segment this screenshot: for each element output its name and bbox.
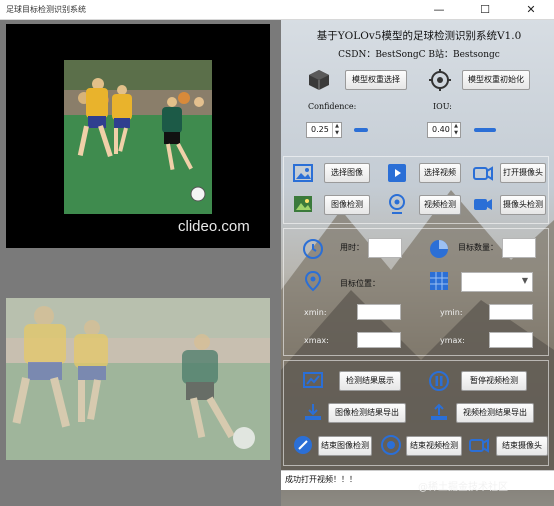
- spin-arrows-icon[interactable]: ▲ ▼: [332, 123, 341, 137]
- clock-icon: [303, 239, 323, 259]
- xmax-field: [357, 332, 401, 348]
- image-icon: [293, 164, 313, 182]
- iou-spinbox[interactable]: 0.40 ▲ ▼: [427, 122, 461, 138]
- confidence-spinbox[interactable]: 0.25 ▲ ▼: [306, 122, 342, 138]
- webcam-icon: [389, 194, 405, 214]
- confidence-label: Confidence:: [308, 102, 357, 111]
- status-text: 成功打开视频！！！: [285, 475, 357, 484]
- end-video-button[interactable]: 结束视频检测: [406, 436, 462, 456]
- stop-image-icon: [294, 436, 312, 454]
- stop-camera-icon: [469, 438, 489, 453]
- image-detect-icon: [294, 196, 312, 212]
- pie-chart-icon: [430, 240, 448, 258]
- target-icon: [429, 69, 451, 91]
- ymax-label: ymax:: [440, 336, 465, 345]
- video-watermark: clideo.com: [178, 218, 250, 235]
- iou-value: 0.40: [432, 125, 450, 134]
- ymin-field: [489, 304, 533, 320]
- open-camera-button[interactable]: 打开摄像头: [500, 163, 546, 183]
- end-image-button[interactable]: 结束图像检测: [318, 436, 372, 456]
- count-field: [502, 238, 536, 258]
- position-label: 目标位置：: [340, 279, 380, 288]
- iou-label: IOU:: [433, 102, 452, 111]
- end-camera-button[interactable]: 结束摄像头: [496, 436, 548, 456]
- soccer-ball: [190, 186, 206, 202]
- export-video-button[interactable]: 视频检测结果导出: [456, 403, 534, 423]
- ymin-label: ymin:: [440, 308, 463, 317]
- detect-video-button[interactable]: 视频检测: [419, 195, 461, 215]
- author-info: CSDN：BestSongC B站：Bestsongc: [338, 50, 500, 60]
- close-button[interactable]: ✕: [508, 0, 554, 20]
- video-frame-image: [64, 60, 212, 214]
- xmin-label: xmin:: [304, 308, 327, 317]
- xmax-label: xmax:: [304, 336, 329, 345]
- confidence-value: 0.25: [311, 125, 329, 134]
- grid-icon: [430, 272, 448, 290]
- time-field: [368, 238, 402, 258]
- chevron-down-icon: ▼: [521, 276, 528, 285]
- spin-arrows-icon[interactable]: ▲ ▼: [451, 123, 460, 137]
- confidence-slider[interactable]: [354, 128, 368, 132]
- pause-icon: [429, 371, 449, 391]
- results-display-icon: [303, 372, 323, 388]
- video-file-icon: [388, 164, 406, 182]
- select-weights-button[interactable]: 模型权重选择: [345, 70, 407, 90]
- count-label: 目标数量：: [458, 243, 498, 252]
- time-label: 用时：: [340, 243, 364, 252]
- select-image-button[interactable]: 选择图像: [324, 163, 370, 183]
- site-watermark: @稀土掘金技术社区: [418, 482, 508, 493]
- select-video-button[interactable]: 选择视频: [419, 163, 461, 183]
- video-camera-icon: [474, 199, 492, 210]
- iou-slider[interactable]: [474, 128, 496, 132]
- ymax-field: [489, 332, 533, 348]
- cube-icon: [309, 70, 329, 90]
- pause-video-button[interactable]: 暂停视频检测: [461, 371, 527, 391]
- minimize-button[interactable]: —: [416, 0, 462, 20]
- stop-video-icon: [381, 435, 401, 455]
- export-video-icon: [431, 403, 447, 420]
- location-icon: [304, 270, 322, 292]
- export-image-button[interactable]: 图像检测结果导出: [328, 403, 406, 423]
- detect-camera-button[interactable]: 摄像头检测: [500, 195, 546, 215]
- window-title: 足球目标检测识别系统: [6, 5, 86, 14]
- init-weights-button[interactable]: 模型权重初始化: [462, 70, 530, 90]
- show-results-button[interactable]: 检测结果展示: [339, 371, 401, 391]
- app-title: 基于YOLOv5模型的足球检测识别系统V1.0: [316, 30, 522, 42]
- result-frame-image: [6, 298, 270, 460]
- export-image-icon: [305, 404, 321, 420]
- camera-icon: [473, 166, 493, 181]
- maximize-button[interactable]: ☐: [462, 0, 508, 20]
- xmin-field: [357, 304, 401, 320]
- target-select[interactable]: ▼: [461, 272, 533, 292]
- detect-image-button[interactable]: 图像检测: [324, 195, 370, 215]
